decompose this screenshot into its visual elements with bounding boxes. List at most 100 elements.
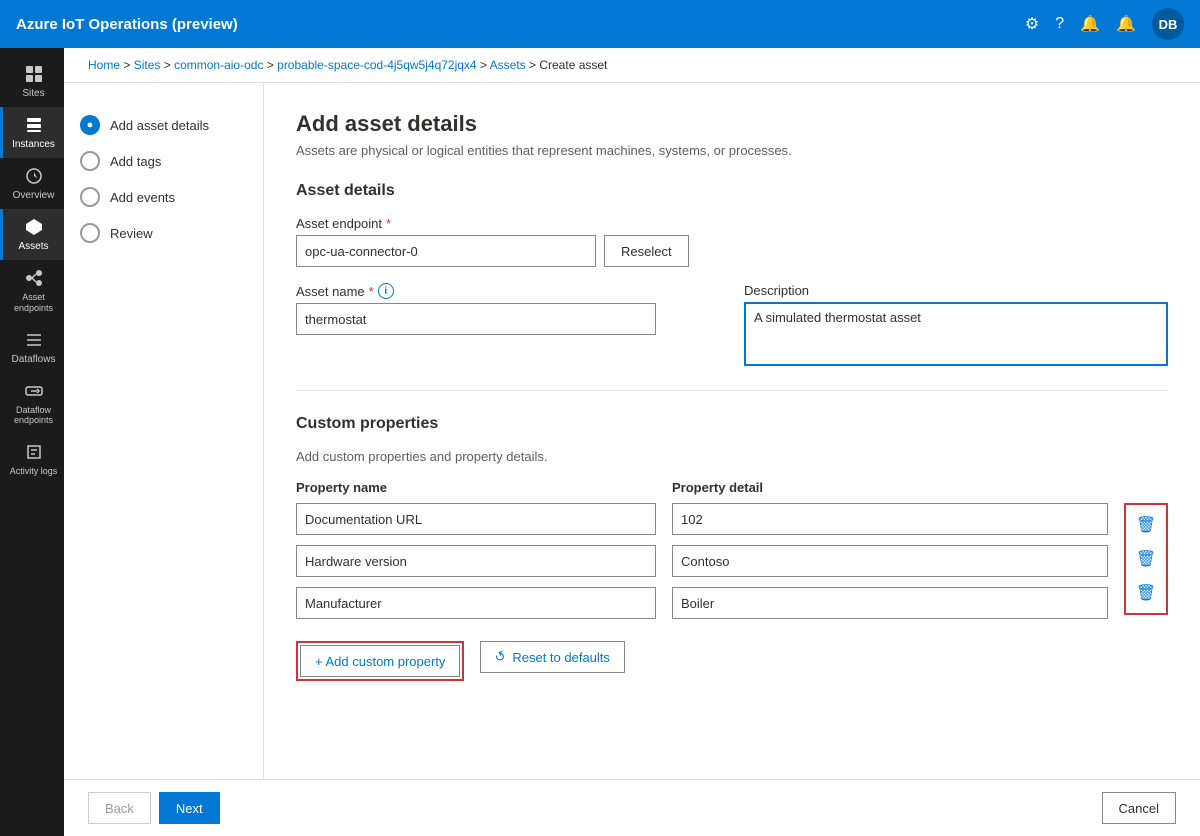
wizard-step-review[interactable]: Review xyxy=(80,215,247,251)
reselect-button[interactable]: Reselect xyxy=(604,235,689,267)
next-button[interactable]: Next xyxy=(159,792,220,824)
cancel-button[interactable]: Cancel xyxy=(1102,792,1176,824)
sidebar-item-assets[interactable]: Assets xyxy=(0,209,64,260)
sidebar-item-dataflow-endpoints[interactable]: Dataflow endpoints xyxy=(0,373,64,435)
wizard-step-label-1: Add asset details xyxy=(110,118,209,133)
sidebar-label-instances: Instances xyxy=(12,139,55,150)
wizard-sidebar: ● Add asset details Add tags Add events … xyxy=(64,83,264,779)
prop-name-1 xyxy=(296,545,656,577)
description-input[interactable]: A simulated thermostat asset xyxy=(744,302,1168,366)
reset-defaults-button[interactable]: ↺ Reset to defaults xyxy=(480,641,624,673)
prop-detail-input-1[interactable] xyxy=(672,545,1108,577)
dataflows-icon xyxy=(24,330,44,350)
prop-detail-input-2[interactable] xyxy=(672,587,1108,619)
custom-properties-title: Custom properties xyxy=(296,415,1168,433)
delete-buttons-group: 🗑 🗑 🗑 xyxy=(1124,503,1168,615)
breadcrumb-aio-odc[interactable]: common-aio-odc xyxy=(174,58,263,72)
asset-name-required: * xyxy=(369,284,374,299)
help-icon[interactable]: ? xyxy=(1055,15,1064,33)
breadcrumb-sites[interactable]: Sites xyxy=(134,58,161,72)
prop-headers: Property name Property detail xyxy=(296,480,1168,495)
sidebar-label-asset-endpoints: Asset endpoints xyxy=(7,292,60,314)
sidebar-label-overview: Overview xyxy=(13,190,55,201)
wizard-step-add-tags[interactable]: Add tags xyxy=(80,143,247,179)
prop-name-2 xyxy=(296,587,656,619)
prop-name-input-2[interactable] xyxy=(296,587,656,619)
page-layout: ● Add asset details Add tags Add events … xyxy=(64,83,1200,779)
asset-name-group: Asset name * i xyxy=(296,283,720,335)
settings-icon[interactable]: ⚙ xyxy=(1025,14,1039,34)
assets-icon xyxy=(24,217,44,237)
prop-name-input-1[interactable] xyxy=(296,545,656,577)
content-area: Home > Sites > common-aio-odc > probable… xyxy=(64,48,1200,836)
step-circle-1: ● xyxy=(80,115,100,135)
app-title: Azure IoT Operations (preview) xyxy=(16,16,238,33)
asset-endpoint-input-group: Reselect xyxy=(296,235,1168,267)
bottom-bar-left: Back Next xyxy=(88,792,220,824)
wizard-step-label-2: Add tags xyxy=(110,154,161,169)
asset-endpoint-input[interactable] xyxy=(296,235,596,267)
breadcrumb-assets[interactable]: Assets xyxy=(490,58,526,72)
table-row xyxy=(296,503,1108,535)
add-custom-property-wrapper: + Add custom property xyxy=(296,641,464,681)
prop-detail-0 xyxy=(672,503,1108,535)
sidebar-label-dataflow-endpoints: Dataflow endpoints xyxy=(7,405,60,427)
description-label: Description xyxy=(744,283,1168,298)
main-layout: Sites Instances Overview Assets Asset en… xyxy=(0,48,1200,836)
asset-details-title: Asset details xyxy=(296,182,1168,200)
sidebar-label-activity-logs: Activity logs xyxy=(10,466,58,477)
asset-name-input[interactable] xyxy=(296,303,656,335)
asset-name-label: Asset name * i xyxy=(296,283,720,299)
wizard-step-add-events[interactable]: Add events xyxy=(80,179,247,215)
prop-detail-input-0[interactable] xyxy=(672,503,1108,535)
custom-properties-subtitle: Add custom properties and property detai… xyxy=(296,449,1168,464)
delete-prop-1-button[interactable]: 🗑 xyxy=(1130,543,1162,575)
sidebar-item-dataflows[interactable]: Dataflows xyxy=(0,322,64,373)
sites-icon xyxy=(24,64,44,84)
step-circle-3 xyxy=(80,187,100,207)
activity-logs-icon xyxy=(24,442,44,462)
avatar[interactable]: DB xyxy=(1152,8,1184,40)
asset-name-description-row: Asset name * i Description A simulated t… xyxy=(296,283,1168,366)
sidebar-label-assets: Assets xyxy=(18,241,48,252)
breadcrumb-home[interactable]: Home xyxy=(88,58,120,72)
step-circle-4 xyxy=(80,223,100,243)
sidebar-label-dataflows: Dataflows xyxy=(12,354,56,365)
prop-action-buttons: + Add custom property ↺ Reset to default… xyxy=(296,641,1168,681)
form-area: Add asset details Assets are physical or… xyxy=(264,83,1200,779)
delete-prop-0-button[interactable]: 🗑 xyxy=(1130,509,1162,541)
topbar-icons: ⚙ ? 🔔 🔔 DB xyxy=(1025,8,1184,40)
divider xyxy=(296,390,1168,391)
asset-name-info-icon[interactable]: i xyxy=(378,283,394,299)
sidebar-item-activity-logs[interactable]: Activity logs xyxy=(0,434,64,485)
bell-icon[interactable]: 🔔 xyxy=(1116,14,1136,34)
table-row xyxy=(296,545,1108,577)
sidebar-item-overview[interactable]: Overview xyxy=(0,158,64,209)
sidebar-item-sites[interactable]: Sites xyxy=(0,56,64,107)
instances-icon xyxy=(24,115,44,135)
prop-detail-2 xyxy=(672,587,1108,619)
asset-endpoints-icon xyxy=(24,268,44,288)
prop-rows-container: 🗑 🗑 🗑 xyxy=(296,503,1168,629)
wizard-step-label-4: Review xyxy=(110,226,153,241)
description-group: Description A simulated thermostat asset xyxy=(744,283,1168,366)
prop-detail-header: Property detail xyxy=(672,480,1168,495)
prop-rows xyxy=(296,503,1108,629)
asset-endpoint-group: Asset endpoint * Reselect xyxy=(296,216,1168,267)
asset-endpoint-required: * xyxy=(386,216,391,231)
breadcrumb-current: Create asset xyxy=(539,58,607,72)
asset-endpoint-label: Asset endpoint * xyxy=(296,216,1168,231)
topbar: Azure IoT Operations (preview) ⚙ ? 🔔 🔔 D… xyxy=(0,0,1200,48)
sidebar-item-instances[interactable]: Instances xyxy=(0,107,64,158)
add-custom-property-button[interactable]: + Add custom property xyxy=(300,645,460,677)
notification-icon[interactable]: 🔔 xyxy=(1080,14,1100,34)
back-button[interactable]: Back xyxy=(88,792,151,824)
breadcrumb: Home > Sites > common-aio-odc > probable… xyxy=(64,48,1200,83)
prop-name-input-0[interactable] xyxy=(296,503,656,535)
sidebar-label-sites: Sites xyxy=(22,88,44,99)
wizard-step-add-asset-details[interactable]: ● Add asset details xyxy=(80,107,247,143)
breadcrumb-space[interactable]: probable-space-cod-4j5qw5j4q72jqx4 xyxy=(277,58,476,72)
delete-prop-2-button[interactable]: 🗑 xyxy=(1130,577,1162,609)
sidebar-item-asset-endpoints[interactable]: Asset endpoints xyxy=(0,260,64,322)
page-title: Add asset details xyxy=(296,111,1168,137)
